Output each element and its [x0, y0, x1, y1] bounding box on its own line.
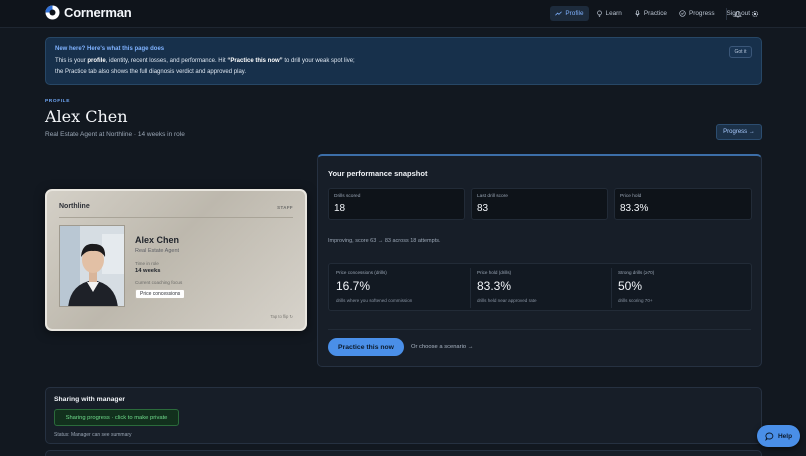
stat-drills-scored: Drills scored 18 — [328, 188, 465, 220]
metric-price-concessions: Price concessions (drills) 16.7% drills … — [329, 264, 470, 312]
metric-label: Price hold (drills) — [477, 270, 512, 275]
nav-item-profile[interactable]: Profile — [550, 6, 589, 21]
banner-text-part: This is your — [55, 58, 88, 64]
metric-subtext: drills where you softened commission — [336, 298, 413, 303]
nav-item-label: Progress — [688, 10, 715, 17]
dismiss-banner-button[interactable]: Got it — [729, 46, 752, 58]
onboarding-banner: New here? Here's what this page does Thi… — [45, 37, 762, 85]
metric-label: Price concessions (drills) — [336, 270, 387, 275]
stat-value: 83.3% — [620, 203, 649, 214]
stat-last-drill-score: Last drill score 83 — [471, 188, 608, 220]
idcard-focus-label: Current coaching focus — [135, 280, 183, 285]
sharing-toggle-button[interactable]: Sharing progress · click to make private — [54, 409, 179, 426]
nav-divider — [726, 8, 727, 20]
performance-snapshot: Your performance snapshot Drills scored … — [317, 154, 762, 367]
progress-button[interactable]: Progress → — [716, 124, 762, 140]
trend-icon — [555, 11, 563, 16]
avatar — [59, 225, 125, 307]
metric-value: 16.7% — [336, 279, 371, 293]
stat-label: Price hold — [620, 194, 642, 199]
chat-icon — [765, 432, 774, 441]
metric-price-hold: Price hold (drills) 83.3% drills held ne… — [470, 264, 611, 312]
notifications-button[interactable] — [731, 7, 745, 21]
nav-item-practice[interactable]: Practice — [629, 6, 672, 21]
stat-value: 18 — [334, 203, 346, 214]
brand-name: Cornerman — [64, 5, 132, 20]
idcard-time-value: 14 weeks — [135, 268, 161, 274]
nav-item-label: Profile — [565, 10, 584, 17]
metrics-panel: Price concessions (drills) 16.7% drills … — [328, 263, 752, 311]
stat-label: Drills scored — [334, 194, 361, 199]
help-label: Help — [777, 432, 793, 440]
page-title: Alex Chen — [45, 107, 128, 126]
idcard-divider — [59, 217, 293, 218]
gear-icon — [751, 10, 759, 18]
bell-icon — [734, 11, 742, 18]
idcard-org: Northline — [59, 203, 90, 210]
nav-item-progress[interactable]: Progress — [674, 6, 720, 21]
banner-text: This is your profile, identity, recent l… — [55, 56, 355, 78]
sharing-status: Status: Manager can see summary — [54, 432, 132, 438]
idcard-time-label: Time in role — [135, 261, 159, 266]
sharing-title: Sharing with manager — [54, 396, 126, 403]
metric-subtext: drills scoring 70+ — [618, 298, 653, 303]
banner-title: New here? Here's what this page does — [55, 46, 165, 52]
brand[interactable]: Cornerman — [45, 5, 132, 20]
next-section-card — [45, 450, 762, 456]
trend-summary: Improving, score 63 → 83 across 18 attem… — [328, 238, 441, 244]
bulb-icon — [596, 10, 602, 17]
stat-value: 83 — [477, 203, 489, 214]
idcard-badge: STAFF — [277, 205, 293, 210]
nav-item-label: Practice — [643, 10, 667, 17]
idcard-role: Real Estate Agent — [135, 248, 180, 254]
choose-scenario-link[interactable]: Or choose a scenario → — [411, 344, 474, 350]
metric-strong-drills: Strong drills (≥70) 50% drills scoring 7… — [611, 264, 752, 312]
practice-now-button[interactable]: Practice this now — [328, 338, 404, 356]
metric-value: 83.3% — [477, 279, 512, 293]
idcard-name: Alex Chen — [135, 235, 180, 245]
metric-value: 50% — [618, 279, 643, 293]
nav-item-label: Learn — [605, 10, 622, 17]
role-subtitle: Real Estate Agent at Northline · 14 week… — [45, 131, 185, 138]
top-nav: Cornerman Profile Learn Practice Progres… — [0, 0, 806, 28]
check-circle-icon — [679, 10, 686, 17]
flip-hint[interactable]: Tap to flip ↻ — [270, 314, 293, 319]
banner-bold: profile — [87, 58, 106, 64]
cornerman-logo-icon — [45, 5, 60, 20]
sharing-panel: Sharing with manager Sharing progress · … — [45, 387, 762, 444]
nav-links: Profile Learn Practice Progress Sign out — [550, 6, 755, 21]
banner-bold: “Practice this now” — [227, 58, 283, 64]
stat-label: Last drill score — [477, 194, 508, 199]
snapshot-divider — [328, 329, 751, 330]
stat-price-hold: Price hold 83.3% — [614, 188, 752, 220]
page-eyebrow: PROFILE — [45, 99, 70, 104]
mic-icon — [635, 10, 640, 17]
help-button[interactable]: Help — [757, 425, 800, 447]
nav-item-learn[interactable]: Learn — [591, 6, 627, 21]
metric-subtext: drills held near approved rate — [477, 298, 537, 303]
staff-id-card[interactable]: Northline STAFF Alex Chen Real Estate Ag… — [45, 189, 307, 331]
metric-label: Strong drills (≥70) — [618, 270, 655, 275]
focus-tag: Price concessions — [135, 289, 186, 299]
banner-text-part: , identity, recent losses, and performan… — [105, 58, 228, 64]
settings-button[interactable] — [748, 7, 762, 21]
snapshot-title: Your performance snapshot — [328, 169, 428, 178]
